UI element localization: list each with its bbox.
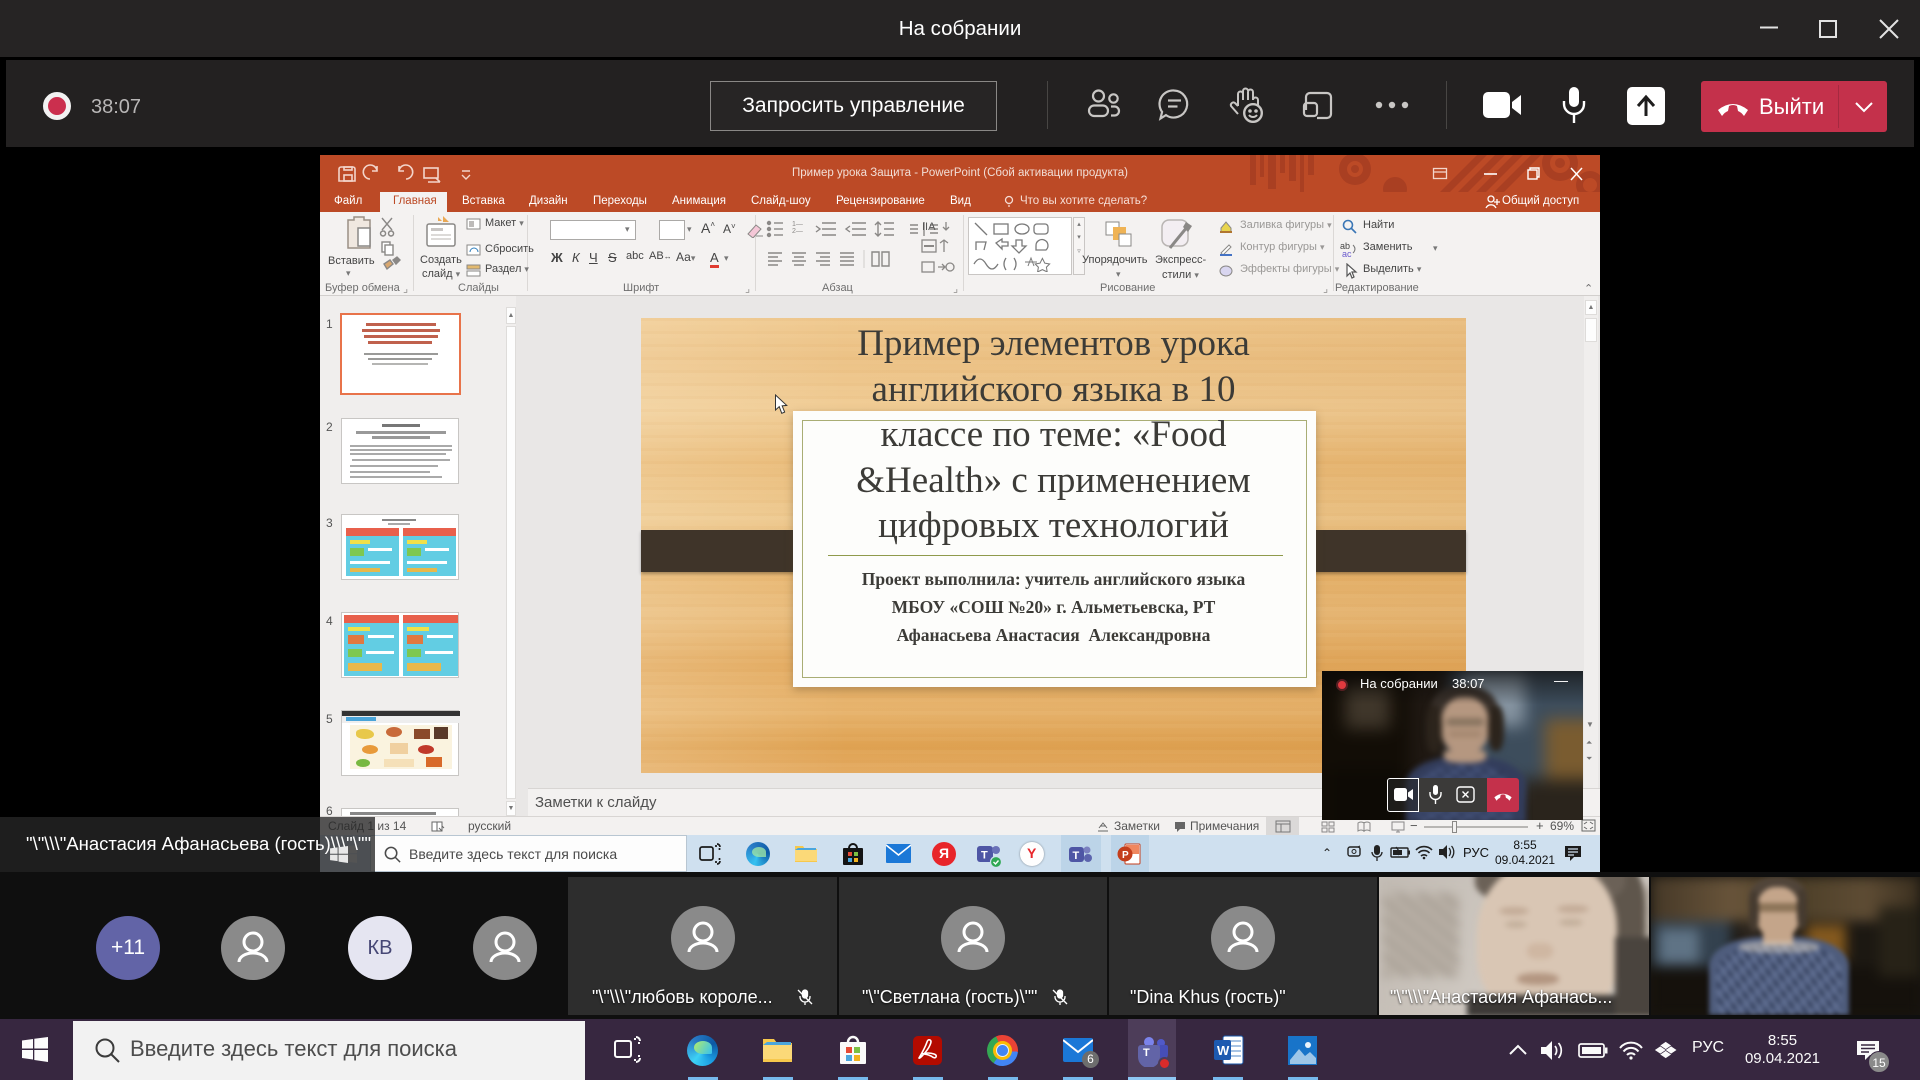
svg-text:ac: ac xyxy=(1342,249,1352,257)
svg-text:T: T xyxy=(1143,1047,1150,1059)
svg-text:T: T xyxy=(981,850,988,862)
svg-text:W: W xyxy=(1217,1043,1230,1058)
svg-text:T: T xyxy=(1073,850,1080,862)
svg-text:1—: 1— xyxy=(792,221,803,228)
svg-text:ІІА: ІІА xyxy=(922,221,936,233)
svg-text:2—: 2— xyxy=(792,228,803,235)
svg-text:P: P xyxy=(1122,850,1129,861)
